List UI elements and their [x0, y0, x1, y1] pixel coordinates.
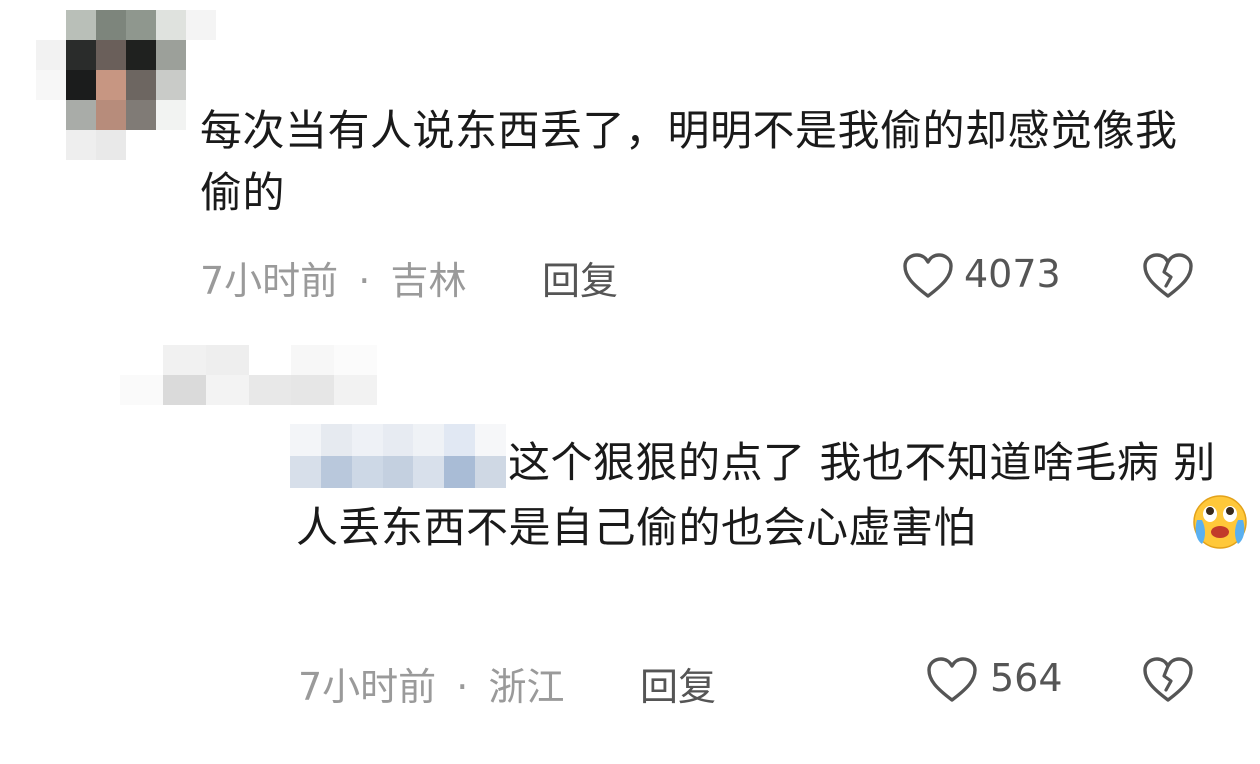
broken-heart-icon[interactable] [1142, 252, 1194, 300]
comment-meta: 7小时前 · 吉林 [200, 250, 466, 305]
comment-text-content: 这个狠狠的点了 我也不知道啥毛病 别人丢东西不是自己偷的也会心虚害怕 [296, 438, 1216, 552]
comment-location: 浙江 [488, 665, 565, 709]
heart-outline-icon[interactable] [902, 252, 954, 300]
like-count: 4073 [964, 252, 1061, 296]
comment-meta: 7小时前 · 浙江 [298, 656, 564, 711]
meta-separator: · [358, 259, 371, 303]
comment-time: 7小时前 [200, 259, 339, 303]
comment-location: 吉林 [390, 259, 467, 303]
reply-button[interactable]: 回复 [640, 656, 716, 711]
like-count: 564 [990, 656, 1063, 700]
meta-separator: · [456, 665, 469, 709]
heart-outline-icon[interactable] [926, 656, 978, 704]
broken-heart-icon[interactable] [1142, 656, 1194, 704]
avatar[interactable] [36, 10, 216, 160]
comment-time: 7小时前 [298, 665, 437, 709]
reply-button[interactable]: 回复 [542, 250, 618, 305]
comment-text: 每次当有人说东西丢了，明明不是我偷的却感觉像我偷的 [200, 106, 1178, 217]
avatar[interactable] [120, 345, 420, 405]
comment-text: 这个狠狠的点了 我也不知道啥毛病 别人丢东西不是自己偷的也会心虚害怕 [296, 432, 1247, 559]
crying-face-emoji [980, 494, 1247, 550]
